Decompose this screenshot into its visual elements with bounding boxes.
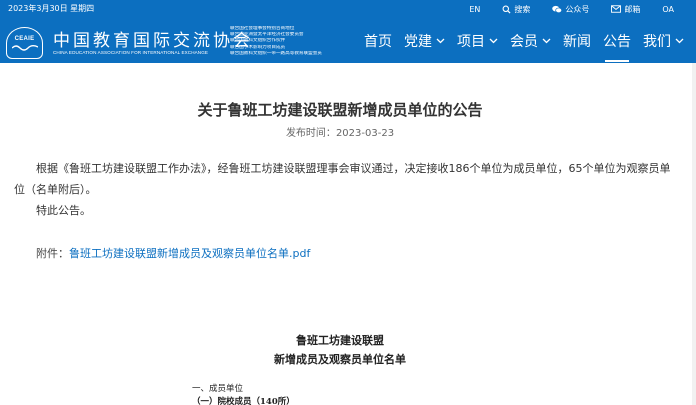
mail-link-label: 邮箱 — [624, 4, 641, 14]
wechat-link-label: 公众号 — [565, 4, 590, 14]
attachment-label: 附件： — [36, 247, 69, 260]
chevron-down-icon — [675, 38, 684, 44]
logo-name-en: CHINA EDUCATION ASSOCIATION FOR INTERNAT… — [53, 50, 209, 55]
article-title: 关于鲁班工坊建设联盟新增成员单位的公告 — [197, 101, 483, 119]
logo-badge: CEAIE — [6, 27, 43, 59]
nav-item-about[interactable]: 我们 — [643, 30, 684, 52]
nav-item-party[interactable]: 党建 — [404, 30, 445, 52]
nav-item-members[interactable]: 会员 — [510, 30, 551, 52]
attachment-link[interactable]: 鲁班工坊建设联盟新增成员及观察员单位名单.pdf — [69, 247, 310, 260]
current-date: 2023年3月30日 星期四 — [8, 4, 95, 13]
logo-affiliations: 联合国社会理事会特别咨商地位 联合国亚洲暨太平洋经济社会委员会 联合国教科文组织… — [230, 26, 340, 57]
nav-label: 我们 — [643, 34, 671, 50]
nav-label: 党建 — [404, 34, 432, 50]
main-nav: 首页 党建 项目 会员 新闻 公告 我们 — [364, 30, 696, 62]
wechat-icon — [552, 5, 563, 13]
document-subsection-heading: （一）院校成员（140所） — [192, 397, 295, 405]
site-header: 2023年3月30日 星期四 EN 搜索 公众号 邮箱 OA CEAIE 中国教… — [0, 0, 696, 63]
article-paragraph: 特此公告。 — [36, 204, 91, 217]
publish-date: 2023-03-23 — [335, 128, 395, 139]
mail-icon — [611, 5, 622, 13]
logo-name-cn: 中国教育国际交流协会 — [53, 31, 253, 51]
affiliation-line: 联合国教科文组织一带一路高等教育联盟会员 — [230, 50, 322, 56]
article-paragraph: 根据《鲁班工坊建设联盟工作办法》，经鲁班工坊建设联盟理事会审议通过，决定接收18… — [14, 162, 671, 196]
oa-link[interactable]: OA — [662, 5, 674, 14]
nav-label: 首页 — [364, 34, 392, 50]
site-logo[interactable]: CEAIE 中国教育国际交流协会 CHINA EDUCATION ASSOCIA… — [6, 26, 336, 61]
document-subtitle: 新增成员及观察员单位名单 — [274, 353, 406, 366]
nav-item-announcements[interactable]: 公告 — [603, 30, 631, 62]
document-section-heading: 一、成员单位 — [192, 384, 244, 394]
english-link[interactable]: EN — [469, 5, 480, 14]
chevron-down-icon — [436, 38, 445, 44]
english-link-label: EN — [469, 4, 481, 14]
search-link-label: 搜索 — [514, 4, 531, 14]
document-title: 鲁班工坊建设联盟 — [296, 334, 384, 347]
nav-label: 项目 — [457, 34, 485, 50]
wave-icon — [11, 44, 38, 51]
attachment: 附件：鲁班工坊建设联盟新增成员及观察员单位名单.pdf — [36, 245, 310, 261]
search-link[interactable]: 搜索 — [502, 4, 530, 15]
nav-label: 新闻 — [563, 34, 591, 50]
nav-item-projects[interactable]: 项目 — [457, 30, 498, 52]
chevron-down-icon — [542, 38, 551, 44]
nav-label: 会员 — [510, 34, 538, 50]
nav-item-news[interactable]: 新闻 — [563, 30, 591, 52]
oa-link-label: OA — [662, 4, 674, 14]
publish-label: 发布时间： — [285, 128, 336, 139]
top-links: EN 搜索 公众号 邮箱 OA — [469, 3, 696, 15]
nav-item-home[interactable]: 首页 — [364, 30, 392, 52]
search-icon — [502, 5, 511, 14]
nav-label: 公告 — [603, 34, 631, 50]
mail-link[interactable]: 邮箱 — [611, 4, 640, 15]
wechat-link[interactable]: 公众号 — [552, 4, 589, 15]
scrollbar[interactable] — [692, 63, 696, 405]
chevron-down-icon — [489, 38, 498, 44]
logo-abbr: CEAIE — [14, 35, 35, 42]
publish-time: 发布时间：2023-03-23 — [0, 124, 680, 139]
